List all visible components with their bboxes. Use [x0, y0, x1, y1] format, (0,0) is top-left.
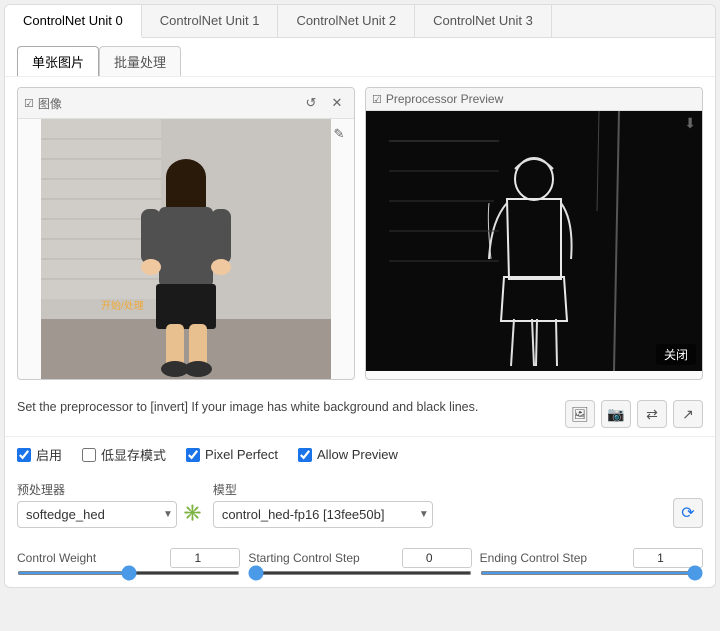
model-label: 模型 [213, 481, 663, 498]
sliders-row: Control Weight Starting Control Step End… [17, 548, 703, 575]
model-group: 模型 control_hed-fp16 [13fee50b] ▼ [213, 481, 663, 528]
right-header-left: ☑ Preprocessor Preview [372, 92, 503, 106]
allow-preview-checkbox[interactable] [298, 448, 312, 462]
enable-checkbox-item[interactable]: 启用 [17, 445, 62, 464]
enable-label: 启用 [36, 445, 62, 464]
swap-icon: ⇄ [646, 406, 658, 423]
edit-icon[interactable]: ✎ [328, 123, 350, 145]
preprocessor-model-row: 预处理器 softedge_hed ▼ ✳️ 模型 control_hed-fp… [5, 472, 715, 536]
download-button[interactable]: ⬇ [684, 115, 696, 132]
low-vram-label: 低显存模式 [101, 445, 166, 464]
model-refresh-btn[interactable]: ⟳ [673, 480, 703, 528]
low-vram-checkbox-item[interactable]: 低显存模式 [82, 445, 166, 464]
control-weight-label: Control Weight [17, 551, 96, 565]
model-select-wrapper: control_hed-fp16 [13fee50b] ▼ [213, 501, 663, 528]
ending-step-label: Ending Control Step [480, 551, 587, 565]
sub-tabs: 单张图片 批量处理 [5, 38, 715, 77]
arrow-icon: ↗ [682, 406, 694, 423]
tab-single[interactable]: 单张图片 [17, 46, 99, 76]
camera-icon: 📷 [607, 406, 624, 423]
preprocessor-select-wrapper: softedge_hed ▼ [17, 501, 173, 528]
pixel-perfect-checkbox-item[interactable]: Pixel Perfect [186, 447, 278, 462]
pixel-perfect-checkbox[interactable] [186, 448, 200, 462]
arrow-icon-btn[interactable]: ↗ [673, 400, 703, 428]
tab-unit-0[interactable]: ControlNet Unit 0 [5, 5, 142, 38]
sliders-section: Control Weight Starting Control Step End… [5, 536, 715, 587]
image-area: ☑ 图像 ↺ ✕ [5, 77, 715, 390]
tab-unit-2[interactable]: ControlNet Unit 2 [278, 5, 415, 37]
swap-icon-btn[interactable]: ⇄ [637, 400, 667, 428]
left-panel-header: ☑ 图像 ↺ ✕ [18, 88, 354, 119]
tab-unit-1[interactable]: ControlNet Unit 1 [142, 5, 279, 37]
preview-label: Preprocessor Preview [386, 92, 503, 106]
low-vram-checkbox[interactable] [82, 448, 96, 462]
ending-step-slider[interactable] [480, 571, 703, 575]
panel-icons: ↺ ✕ [300, 92, 348, 114]
svg-text:开始/处理: 开始/处理 [101, 299, 144, 312]
preprocessor-label: 预处理器 [17, 481, 173, 498]
left-image-panel: ☑ 图像 ↺ ✕ [17, 87, 355, 380]
preview-checkbox-icon: ☑ [372, 93, 382, 106]
pixel-perfect-label: Pixel Perfect [205, 447, 278, 462]
close-panel-button[interactable]: ✕ [326, 92, 348, 114]
allow-preview-checkbox-item[interactable]: Allow Preview [298, 447, 398, 462]
right-panel-header: ☑ Preprocessor Preview [366, 88, 702, 111]
starting-step-group: Starting Control Step [248, 548, 471, 575]
reset-button[interactable]: ↺ [300, 92, 322, 114]
preprocessor-select[interactable]: softedge_hed [17, 501, 177, 528]
info-section: Set the preprocessor to [invert] If your… [5, 390, 715, 436]
header-left: ☑ 图像 [24, 95, 62, 112]
image-icon-btn[interactable]: 🖼 [565, 400, 595, 428]
fire-icon: ✳️ [183, 505, 203, 522]
model-select[interactable]: control_hed-fp16 [13fee50b] [213, 501, 433, 528]
top-tabs: ControlNet Unit 0 ControlNet Unit 1 Cont… [5, 5, 715, 38]
starting-step-slider[interactable] [248, 571, 471, 575]
checkbox-row: 启用 低显存模式 Pixel Perfect Allow Preview [5, 436, 715, 472]
tab-unit-3[interactable]: ControlNet Unit 3 [415, 5, 552, 37]
info-text: Set the preprocessor to [invert] If your… [17, 398, 555, 417]
left-image-svg: 开始/处理 [18, 119, 354, 379]
image-icon: 🖼 [571, 406, 589, 423]
ending-step-group: Ending Control Step [480, 548, 703, 575]
preview-image-svg [366, 111, 702, 371]
right-image-container: ⬇ 关闭 [366, 111, 702, 371]
preprocessor-group: 预处理器 softedge_hed ▼ [17, 481, 173, 528]
control-weight-group: Control Weight [17, 548, 240, 575]
refresh-icon[interactable]: ⟳ [673, 498, 703, 528]
close-preview-button[interactable]: 关闭 [656, 344, 696, 365]
controlnet-panel: ControlNet Unit 0 ControlNet Unit 1 Cont… [4, 4, 716, 588]
camera-icon-btn[interactable]: 📷 [601, 400, 631, 428]
starting-step-label: Starting Control Step [248, 551, 359, 565]
tab-batch[interactable]: 批量处理 [99, 46, 181, 76]
fire-icon-btn[interactable]: ✳️ [183, 485, 203, 523]
image-checkbox-icon: ☑ [24, 97, 34, 110]
info-icon-buttons: 🖼 📷 ⇄ ↗ [565, 398, 703, 428]
enable-checkbox[interactable] [17, 448, 31, 462]
left-image-container[interactable]: 开始/处理 ✎ [18, 119, 354, 379]
allow-preview-label: Allow Preview [317, 447, 398, 462]
image-label: 图像 [38, 95, 62, 112]
control-weight-slider[interactable] [17, 571, 240, 575]
right-image-panel: ☑ Preprocessor Preview [365, 87, 703, 380]
